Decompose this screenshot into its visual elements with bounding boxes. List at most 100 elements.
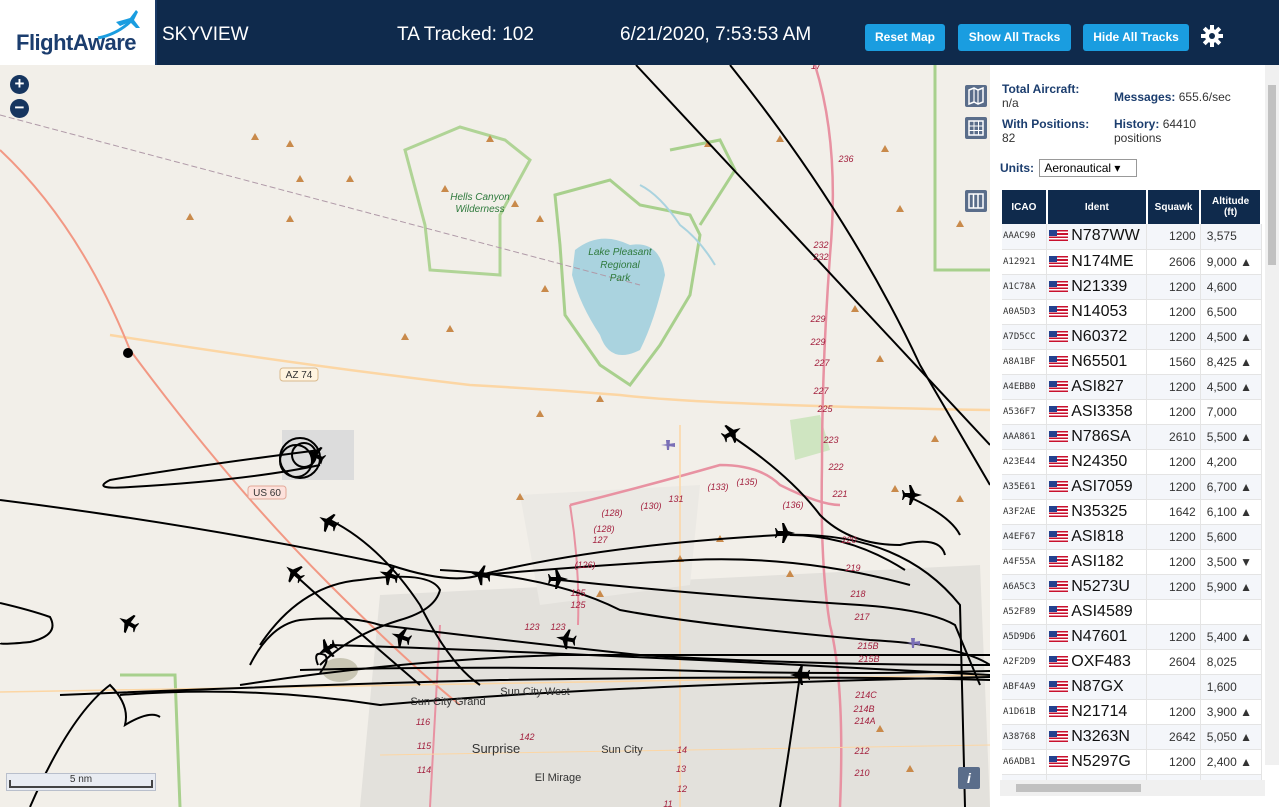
icao-cell: A2F2D9 bbox=[1002, 649, 1048, 675]
ident-text: ASI4589 bbox=[1071, 602, 1133, 620]
map-canvas[interactable]: Hells Canyon Wilderness Lake Pleasant Re… bbox=[0, 65, 990, 807]
altitude-cell: 3,500 ▼ bbox=[1200, 549, 1262, 575]
units-select[interactable]: Aeronautical ▾ bbox=[1039, 159, 1138, 177]
total-aircraft-value: n/a bbox=[1002, 96, 1019, 110]
route-number: 219 bbox=[844, 563, 860, 573]
ident-cell: N21714 bbox=[1046, 699, 1148, 725]
route-number: 115 bbox=[417, 741, 432, 751]
icao-cell: A6A5C3 bbox=[1002, 574, 1048, 600]
table-row[interactable]: A5D9D6 N47601 1200 5,400 ▲ bbox=[1002, 624, 1262, 650]
col-ident[interactable]: Ident bbox=[1046, 190, 1148, 224]
map-layer-button[interactable] bbox=[965, 85, 987, 107]
route-number: 225 bbox=[816, 404, 833, 414]
table-row[interactable]: ABF4A9 N87GX 1,600 bbox=[1002, 674, 1262, 700]
route-number: 214B bbox=[852, 704, 874, 714]
table-row[interactable]: A4F55A ASI182 1200 3,500 ▼ bbox=[1002, 549, 1262, 575]
col-icao[interactable]: ICAO bbox=[1002, 190, 1048, 224]
flightaware-logo[interactable]: FlightAware bbox=[0, 0, 157, 65]
reset-map-button[interactable]: Reset Map bbox=[865, 24, 945, 51]
squawk-cell: 2642 bbox=[1146, 724, 1201, 750]
route-number: 214A bbox=[853, 716, 875, 726]
zoom-out-button[interactable]: − bbox=[10, 99, 29, 118]
icao-text: A3F2AE bbox=[1003, 506, 1036, 517]
history-stat: History: 64410 positions bbox=[1114, 117, 1196, 145]
messages-value: 655.6/sec bbox=[1178, 90, 1231, 104]
table-row[interactable]: A7D5CC N60372 1200 4,500 ▲ bbox=[1002, 324, 1262, 350]
icao-cell: A38768 bbox=[1002, 724, 1048, 750]
table-row[interactable]: A536F7 ASI3358 1200 7,000 bbox=[1002, 399, 1262, 425]
squawk-cell: 1200 bbox=[1146, 274, 1201, 300]
show-all-tracks-button[interactable]: Show All Tracks bbox=[958, 24, 1071, 51]
scale-bar: 5 nm bbox=[6, 773, 156, 791]
icao-text: A6ADB1 bbox=[1003, 756, 1036, 767]
icao-text: A23E44 bbox=[1003, 456, 1036, 467]
route-number: 220 bbox=[840, 535, 856, 545]
table-row[interactable]: A4EF67 ASI818 1200 5,600 bbox=[1002, 524, 1262, 550]
horizontal-scrollbar[interactable] bbox=[1000, 780, 1265, 796]
gear-icon[interactable] bbox=[1200, 24, 1224, 48]
route-number: 221 bbox=[831, 489, 847, 499]
scroll-thumb[interactable] bbox=[1268, 85, 1276, 265]
icao-text: A4F55A bbox=[1003, 556, 1036, 567]
table-row[interactable]: A6ADB1 N5297G 1200 2,400 ▲ bbox=[1002, 749, 1262, 775]
table-row[interactable]: A4EBB0 ASI827 1200 4,500 ▲ bbox=[1002, 374, 1262, 400]
table-row[interactable]: A0A5D3 N14053 1200 6,500 bbox=[1002, 299, 1262, 325]
altitude-cell: 5,400 ▲ bbox=[1200, 624, 1262, 650]
waypoint-marker bbox=[123, 348, 133, 358]
table-row[interactable]: A3F2AE N35325 1642 6,100 ▲ bbox=[1002, 499, 1262, 525]
route-number: (136) bbox=[782, 500, 803, 510]
ident-cell: N3263N bbox=[1046, 724, 1148, 750]
ident-cell: N21339 bbox=[1046, 274, 1148, 300]
altitude-cell: 8,025 bbox=[1200, 649, 1262, 675]
squawk-cell bbox=[1146, 599, 1201, 625]
city-label: Surprise bbox=[472, 741, 520, 756]
altitude-cell: 6,100 ▲ bbox=[1200, 499, 1262, 525]
ident-text: N787WW bbox=[1071, 227, 1140, 245]
route-number: 236 bbox=[837, 154, 853, 164]
zoom-in-button[interactable]: + bbox=[10, 75, 29, 94]
table-row[interactable]: AAA861 N786SA 2610 5,500 ▲ bbox=[1002, 424, 1262, 450]
us-flag-icon bbox=[1049, 255, 1069, 267]
ident-text: ASI827 bbox=[1071, 377, 1124, 395]
table-row[interactable]: A8A1BF N65501 1560 8,425 ▲ bbox=[1002, 349, 1262, 375]
scroll-thumb[interactable] bbox=[1016, 784, 1141, 792]
columns-toggle-button[interactable] bbox=[965, 190, 987, 212]
route-number: (133) bbox=[707, 482, 728, 492]
squawk-cell: 1200 bbox=[1146, 224, 1201, 250]
hide-all-tracks-button[interactable]: Hide All Tracks bbox=[1083, 24, 1189, 51]
table-row[interactable]: A2F2D9 OXF483 2604 8,025 bbox=[1002, 649, 1262, 675]
icao-cell: A7D5CC bbox=[1002, 324, 1048, 350]
us-flag-icon bbox=[1049, 680, 1069, 692]
squawk-cell: 1642 bbox=[1146, 499, 1201, 525]
table-row[interactable]: AAAC90 N787WW 1200 3,575 bbox=[1002, 224, 1262, 250]
us-flag-icon bbox=[1049, 455, 1069, 467]
table-row[interactable]: A38768 N3263N 2642 5,050 ▲ bbox=[1002, 724, 1262, 750]
app-title: SKYVIEW bbox=[162, 24, 249, 45]
map-label: Wilderness bbox=[455, 204, 504, 215]
altitude-cell: 7,000 bbox=[1200, 399, 1262, 425]
ident-cell: N787WW bbox=[1046, 224, 1148, 250]
table-row[interactable]: A1C78A N21339 1200 4,600 bbox=[1002, 274, 1262, 300]
road-shield-label: AZ 74 bbox=[286, 370, 313, 381]
table-row[interactable]: A6A5C3 N5273U 1200 5,900 ▲ bbox=[1002, 574, 1262, 600]
col-altitude[interactable]: Altitude (ft) bbox=[1200, 190, 1262, 224]
map-view[interactable]: Hells Canyon Wilderness Lake Pleasant Re… bbox=[0, 65, 990, 807]
route-number: 210 bbox=[853, 768, 869, 778]
az-74-road bbox=[109, 333, 990, 412]
table-row[interactable]: A1D61B N21714 1200 3,900 ▲ bbox=[1002, 699, 1262, 725]
grid-button[interactable] bbox=[965, 117, 987, 139]
us-flag-icon bbox=[1049, 505, 1069, 517]
squawk-cell: 2610 bbox=[1146, 424, 1201, 450]
table-row[interactable]: A35E61 ASI7059 1200 6,700 ▲ bbox=[1002, 474, 1262, 500]
vertical-scrollbar[interactable] bbox=[1265, 65, 1279, 765]
col-squawk[interactable]: Squawk bbox=[1146, 190, 1202, 224]
altitude-cell: 5,050 ▲ bbox=[1200, 724, 1262, 750]
aircraft-table-wrapper[interactable]: ICAO Ident Squawk Altitude (ft) AAAC90 N7… bbox=[1002, 190, 1262, 780]
info-button[interactable]: i bbox=[958, 767, 980, 789]
aircraft-icon bbox=[471, 565, 492, 586]
table-row[interactable]: A52F89 ASI4589 bbox=[1002, 599, 1262, 625]
us-flag-icon bbox=[1049, 630, 1069, 642]
ident-cell: N87GX bbox=[1046, 674, 1148, 700]
table-row[interactable]: A12921 N174ME 2606 9,000 ▲ bbox=[1002, 249, 1262, 275]
table-row[interactable]: A23E44 N24350 1200 4,200 bbox=[1002, 449, 1262, 475]
